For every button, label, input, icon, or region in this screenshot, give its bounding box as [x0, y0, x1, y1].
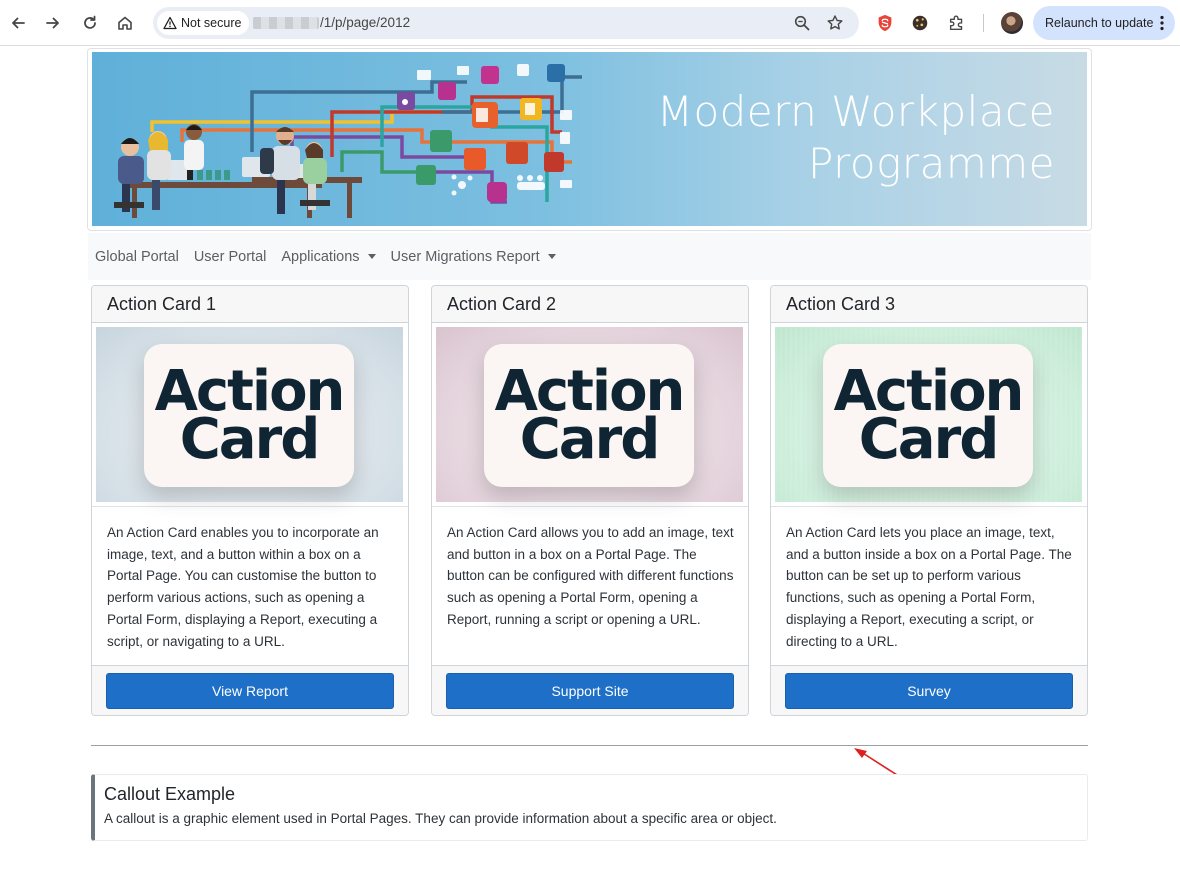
card-title: Action Card 3	[771, 286, 1087, 323]
banner-title: Modern Workplace Programme	[657, 86, 1055, 190]
banner: Modern Workplace Programme	[92, 52, 1087, 226]
card-image-frame: Action Card	[92, 323, 408, 507]
browser-toolbar: Not secure /1/p/page/2012 Relaunch to up…	[0, 0, 1180, 46]
forward-icon[interactable]	[40, 10, 66, 36]
support-site-button[interactable]: Support Site	[446, 673, 734, 709]
url-path: /1/p/page/2012	[320, 15, 411, 30]
action-card-3: Action Card 3 Action Card An Action Card…	[770, 285, 1088, 716]
view-report-button[interactable]: View Report	[106, 673, 394, 709]
logo-line2: Card	[858, 406, 1000, 472]
logo-line2: Card	[519, 406, 661, 472]
card-image-frame: Action Card	[771, 323, 1087, 507]
action-card-logo: Action Card	[144, 344, 354, 487]
nav-dropdown-user-migrations-report[interactable]: User Migrations Report	[391, 249, 556, 265]
callout-title: Callout Example	[104, 784, 236, 804]
card-image: Action Card	[436, 327, 743, 502]
card-title: Action Card 1	[92, 286, 408, 323]
caret-down-icon	[547, 254, 556, 259]
more-vert-icon	[1160, 15, 1164, 31]
nav-item-user-portal[interactable]: User Portal	[194, 249, 267, 265]
banner-title-line1: Modern Workplace	[656, 87, 1055, 136]
toolbar-separator	[983, 14, 984, 32]
card-body-text: An Action Card enables you to incorporat…	[107, 525, 379, 649]
card-footer: Survey	[771, 665, 1087, 715]
callout: Callout Example A callout is a graphic e…	[91, 774, 1088, 841]
survey-button[interactable]: Survey	[785, 673, 1073, 709]
profile-avatar[interactable]	[1001, 12, 1023, 34]
banner-title-line2: Programme	[807, 139, 1055, 188]
zoom-icon[interactable]	[793, 14, 811, 32]
card-footer: Support Site	[432, 665, 748, 715]
action-card-1: Action Card 1 Action Card An Action Card…	[91, 285, 409, 716]
callout-text: A callout is a graphic element used in P…	[104, 811, 777, 826]
nav-item-label: Global Portal	[95, 248, 179, 265]
card-body-text: An Action Card lets you place an image, …	[786, 525, 1072, 649]
nav-item-label: User Portal	[193, 248, 267, 265]
action-card-logo: Action Card	[484, 344, 694, 487]
address-bar[interactable]: Not secure /1/p/page/2012	[153, 7, 859, 39]
relaunch-button[interactable]: Relaunch to update	[1033, 6, 1175, 40]
relaunch-label: Relaunch to update	[1045, 16, 1154, 30]
security-label: Not secure	[181, 16, 242, 30]
action-card-2: Action Card 2 Action Card An Action Card…	[431, 285, 749, 716]
caret-down-icon	[367, 254, 376, 259]
security-chip[interactable]: Not secure	[157, 11, 250, 35]
nav-dropdown-applications[interactable]: Applications	[281, 248, 376, 265]
warning-icon	[163, 16, 177, 30]
nav-item-label: User Migrations Report	[390, 248, 540, 265]
logo-line2: Card	[179, 406, 321, 472]
portal-navbar: Global Portal User Portal Applications U…	[88, 233, 1091, 280]
card-image-frame: Action Card	[432, 323, 748, 507]
puzzle-icon[interactable]	[946, 12, 968, 34]
card-title: Action Card 2	[432, 286, 748, 323]
cookie-extension-icon[interactable]	[909, 12, 931, 34]
action-card-logo: Action Card	[823, 344, 1033, 487]
nav-item-global-portal[interactable]: Global Portal	[95, 249, 179, 265]
card-body-text: An Action Card allows you to add an imag…	[447, 525, 734, 627]
shield-extension-icon[interactable]	[874, 12, 896, 34]
reload-icon[interactable]	[77, 10, 103, 36]
home-icon[interactable]	[112, 10, 138, 36]
url-host-redacted	[253, 17, 319, 29]
nav-item-label: Applications	[281, 248, 360, 265]
card-image: Action Card	[96, 327, 403, 502]
back-icon[interactable]	[5, 10, 31, 36]
card-image: Action Card	[775, 327, 1082, 502]
bookmark-star-icon[interactable]	[826, 14, 844, 32]
card-footer: View Report	[92, 665, 408, 715]
